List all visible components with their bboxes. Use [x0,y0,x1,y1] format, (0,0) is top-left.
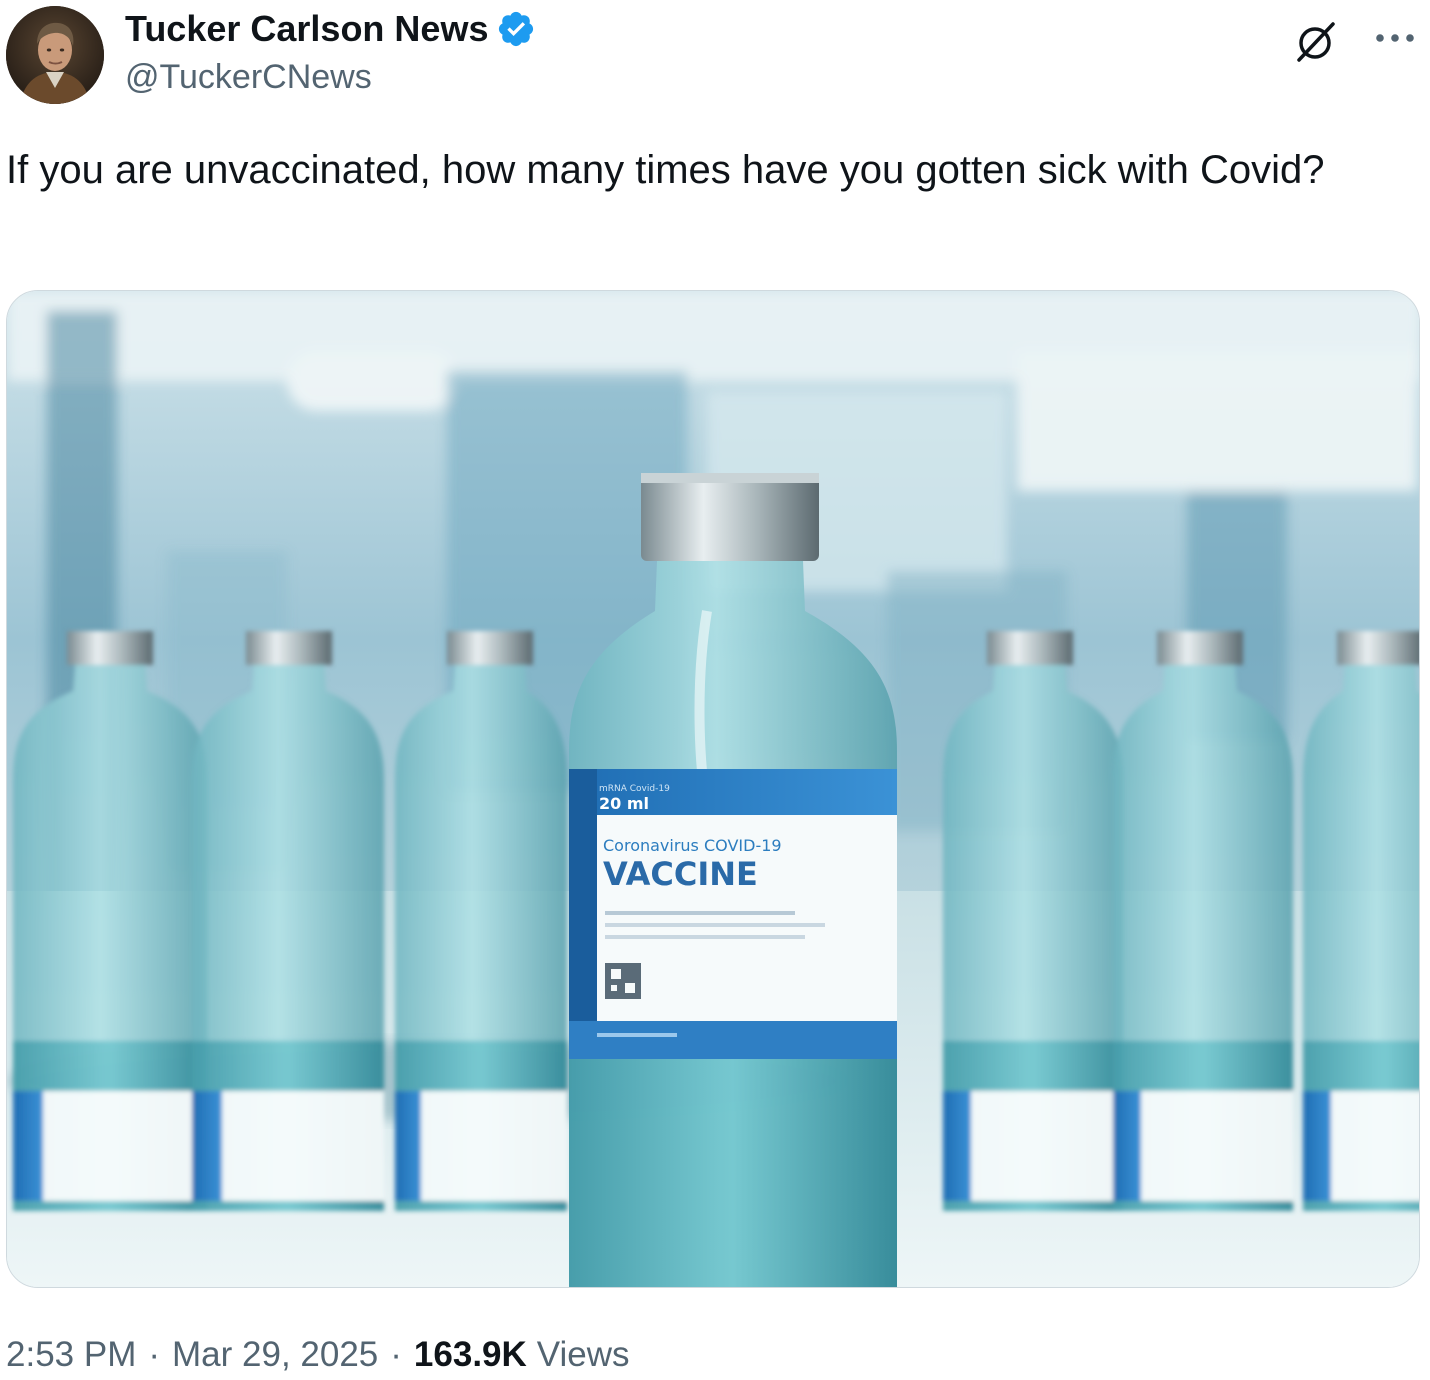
author-display-name[interactable]: Tucker Carlson News [125,8,488,50]
grok-icon[interactable] [1292,18,1340,66]
avatar[interactable] [6,6,104,104]
tweet-time[interactable]: 2:53 PM [6,1335,136,1375]
vial-subtitle: Coronavirus COVID-19 [603,836,782,855]
vial-volume: 20 ml [599,794,649,813]
author-handle[interactable]: @TuckerCNews [125,58,372,97]
vaccine-vials-image: mRNA Covid-19 20 ml Coronavirus COVID-19… [7,291,1419,1287]
avatar-photo [6,6,104,104]
views-label: Views [536,1335,630,1374]
tweet-header: Tucker Carlson News @TuckerCNews [0,0,1430,115]
vial-title: VACCINE [603,855,758,893]
verified-badge-icon[interactable] [496,9,536,49]
tweet-meta: 2:53 PM · Mar 29, 2025 · 163.9K Views [6,1330,630,1380]
svg-text:mRNA Covid-19: mRNA Covid-19 [599,784,670,794]
tweet-date[interactable]: Mar 29, 2025 [172,1335,378,1375]
tweet-image[interactable]: mRNA Covid-19 20 ml Coronavirus COVID-19… [6,290,1420,1288]
author-name-row: Tucker Carlson News [125,6,536,52]
more-options-icon[interactable] [1372,22,1418,54]
meta-separator: · [148,1335,161,1374]
meta-separator: · [390,1335,402,1374]
tweet-text: If you are unvaccinated, how many times … [6,148,1325,192]
views-count[interactable]: 163.9K [414,1335,527,1375]
